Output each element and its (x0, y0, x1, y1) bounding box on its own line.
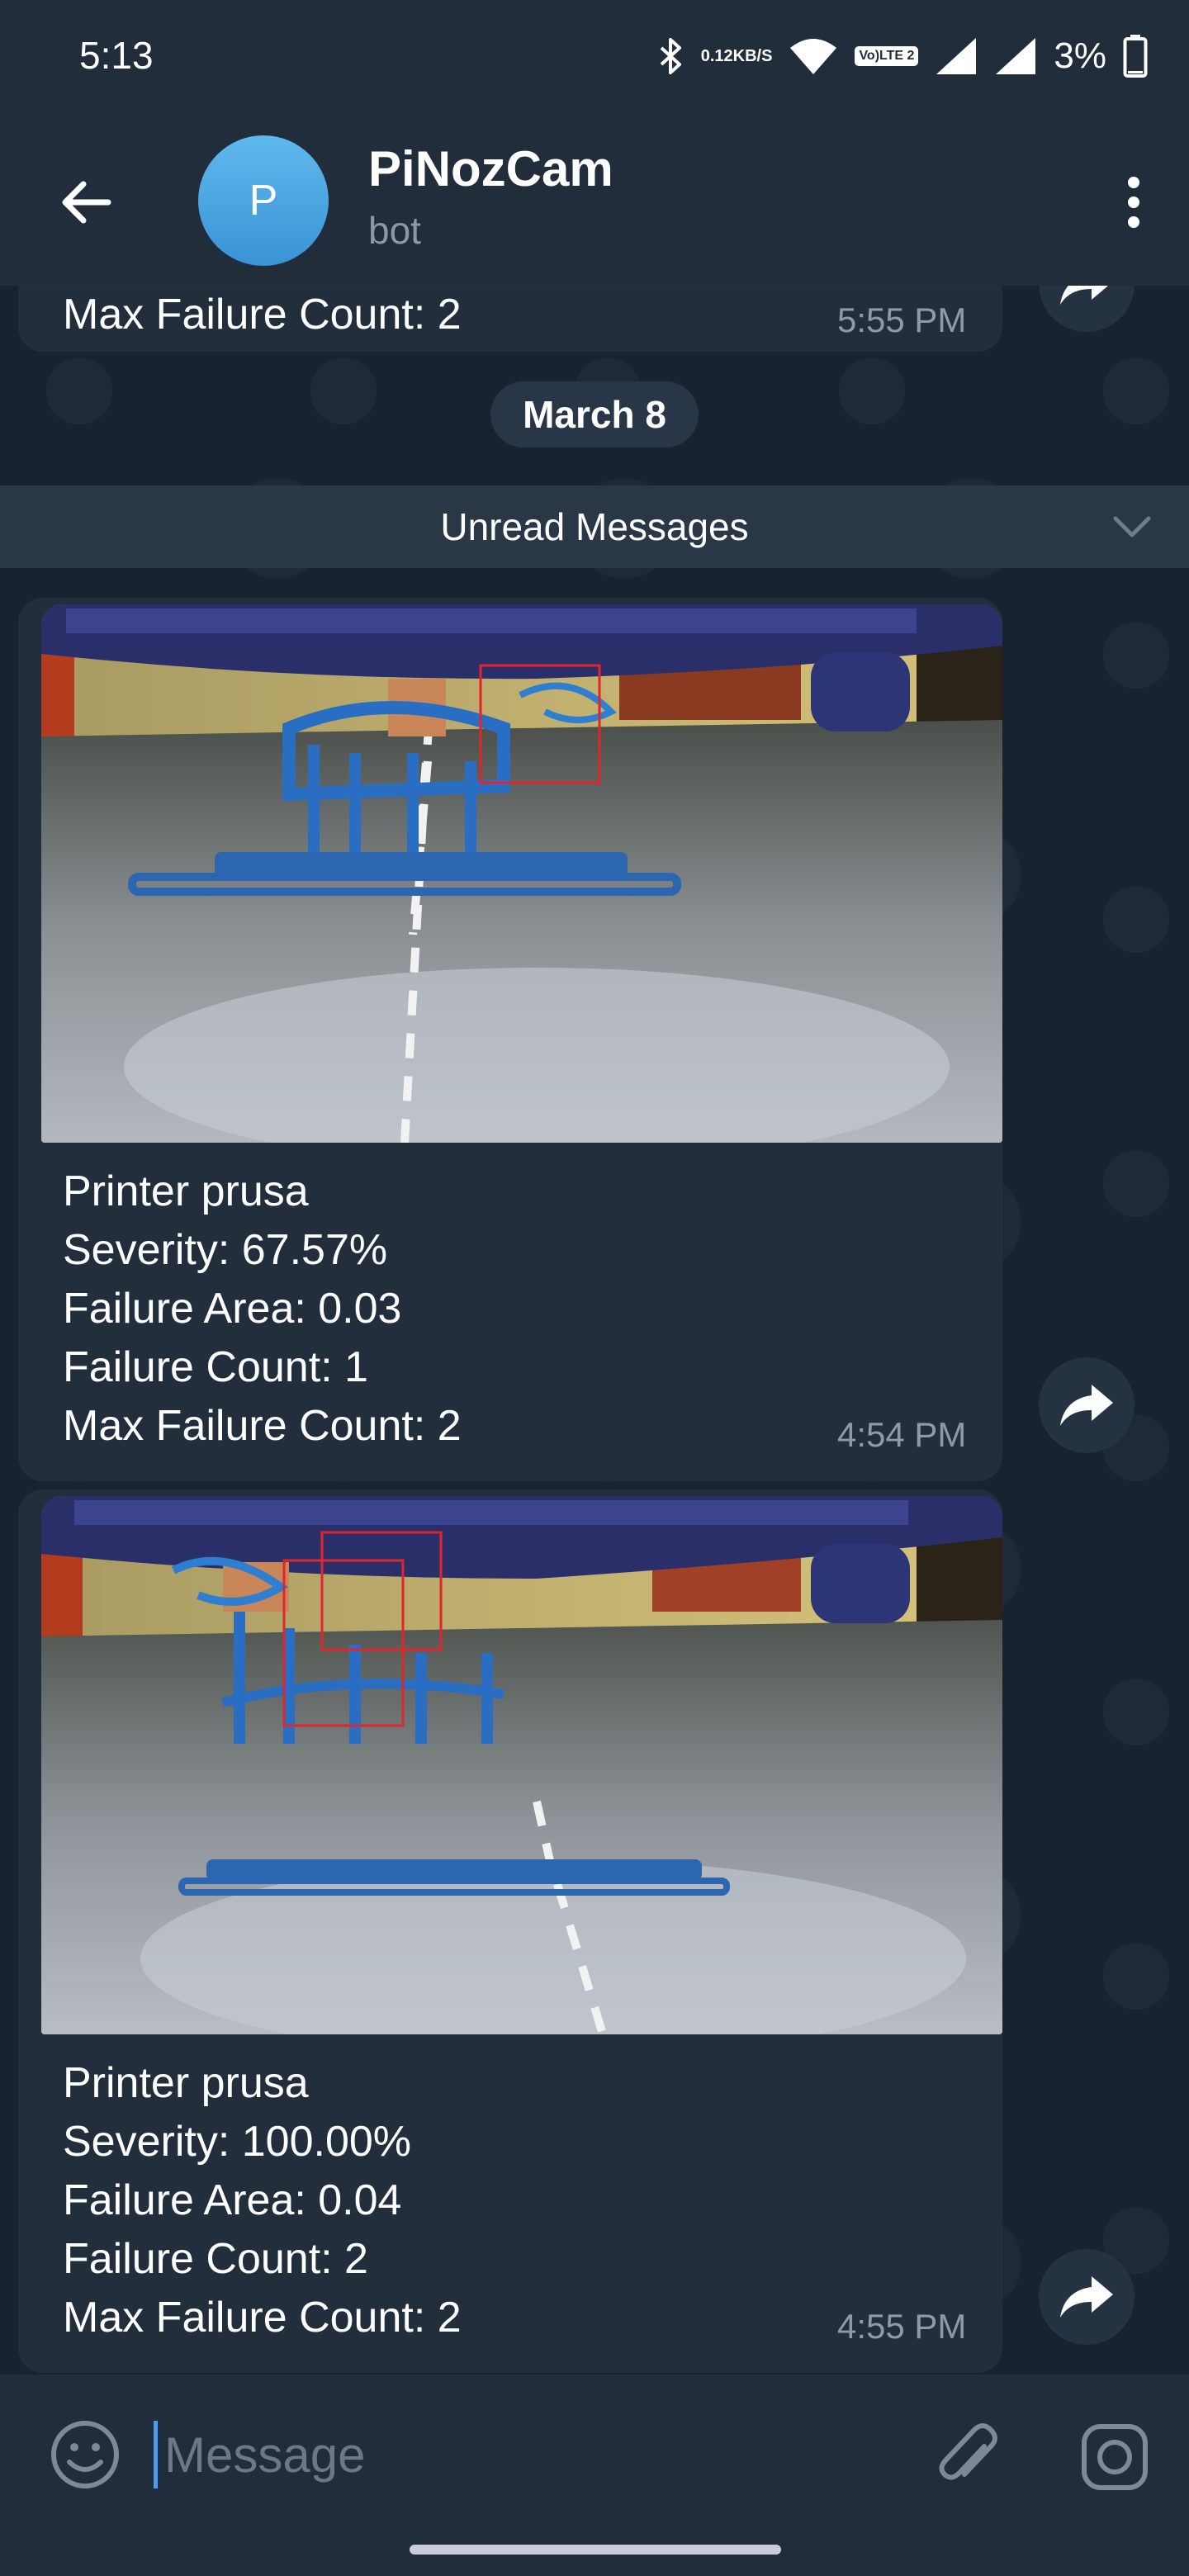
volte-bottom: LTE 2 (879, 49, 915, 63)
camera-icon (1082, 2424, 1148, 2490)
message-bubble[interactable]: Printer prusa Severity: 67.57% Failure A… (18, 598, 1002, 1481)
printer-camera-photo[interactable] (41, 1496, 1002, 2034)
message-text-line: Failure Count: 2 (63, 2235, 368, 2283)
message-text-line: Failure Area: 0.04 (63, 2176, 402, 2224)
system-nav-bar (0, 2523, 1189, 2576)
share-arrow-icon (1060, 286, 1109, 305)
chat-title[interactable]: PiNozCam (368, 140, 613, 197)
message-bubble[interactable]: Printer prusa Severity: 100.00% Failure … (18, 1489, 1002, 2373)
unread-messages-label: Unread Messages (440, 505, 749, 548)
net-speed-value: 0.12 (700, 47, 733, 65)
message-text-line: Failure Count: 1 (63, 1343, 368, 1391)
wifi-icon (789, 36, 838, 76)
share-arrow-icon (1060, 2276, 1113, 2318)
battery-icon (1123, 35, 1148, 78)
message-time: 5:55 PM (837, 301, 967, 339)
message-text-line: Max Failure Count: 2 (63, 291, 462, 339)
battery-percent: 3% (1054, 36, 1106, 76)
net-speed-unit: KB/S (732, 47, 773, 65)
printer-camera-photo[interactable] (41, 604, 1002, 1143)
unread-messages-bar: Unread Messages (0, 485, 1189, 568)
message-text-line: Printer prusa (63, 1167, 309, 1215)
chevron-down-icon[interactable] (1111, 510, 1153, 543)
share-button[interactable] (1039, 286, 1135, 332)
more-vert-icon (1128, 177, 1139, 228)
emoji-button[interactable] (48, 2417, 122, 2492)
emoji-icon (51, 2421, 119, 2488)
more-options-button[interactable] (1097, 165, 1171, 239)
paperclip-icon (939, 2423, 997, 2480)
message-text-line: Failure Area: 0.03 (63, 1285, 402, 1333)
message-text-line: Max Failure Count: 2 (63, 2294, 462, 2342)
volte-top: Vo) (859, 49, 880, 63)
message-text-line: Printer prusa (63, 2059, 309, 2107)
back-arrow-icon (62, 181, 111, 224)
chat-subtitle: bot (368, 209, 421, 252)
avatar[interactable]: P (198, 135, 329, 266)
volte-badge: Vo) LTE 2 (855, 46, 919, 66)
share-button[interactable] (1039, 1357, 1135, 1453)
message-text-line: Severity: 100.00% (63, 2118, 412, 2166)
share-arrow-icon (1060, 1385, 1113, 1426)
signal-icon (994, 36, 1037, 76)
status-time: 5:13 (79, 34, 154, 77)
status-icons: 0.12 KB/S Vo) LTE 2 3% (656, 31, 1148, 81)
chat-header: P PiNozCam bot (0, 116, 1189, 286)
message-time: 4:55 PM (837, 2307, 967, 2346)
bluetooth-icon (656, 36, 685, 76)
signal-icon (935, 36, 978, 76)
chat-area[interactable]: Max Failure Count: 2 5:55 PM March 8 Unr… (0, 286, 1189, 2375)
back-button[interactable] (48, 165, 122, 239)
message-input[interactable] (154, 2421, 909, 2488)
date-separator: March 8 (490, 381, 699, 447)
camera-button[interactable] (1075, 2417, 1154, 2497)
status-bar: 5:13 0.12 KB/S Vo) LTE 2 3% (0, 0, 1189, 116)
avatar-letter: P (249, 177, 278, 225)
net-speed: 0.12 KB/S (701, 47, 773, 65)
message-bubble[interactable]: Max Failure Count: 2 5:55 PM (18, 286, 1002, 352)
message-text-line: Severity: 67.57% (63, 1226, 388, 1274)
message-time: 4:54 PM (837, 1415, 967, 1454)
home-indicator[interactable] (410, 2545, 781, 2555)
share-button[interactable] (1039, 2249, 1135, 2345)
attach-button[interactable] (930, 2417, 1009, 2497)
message-text-line: Max Failure Count: 2 (63, 1402, 462, 1450)
message-composer (0, 2375, 1189, 2523)
